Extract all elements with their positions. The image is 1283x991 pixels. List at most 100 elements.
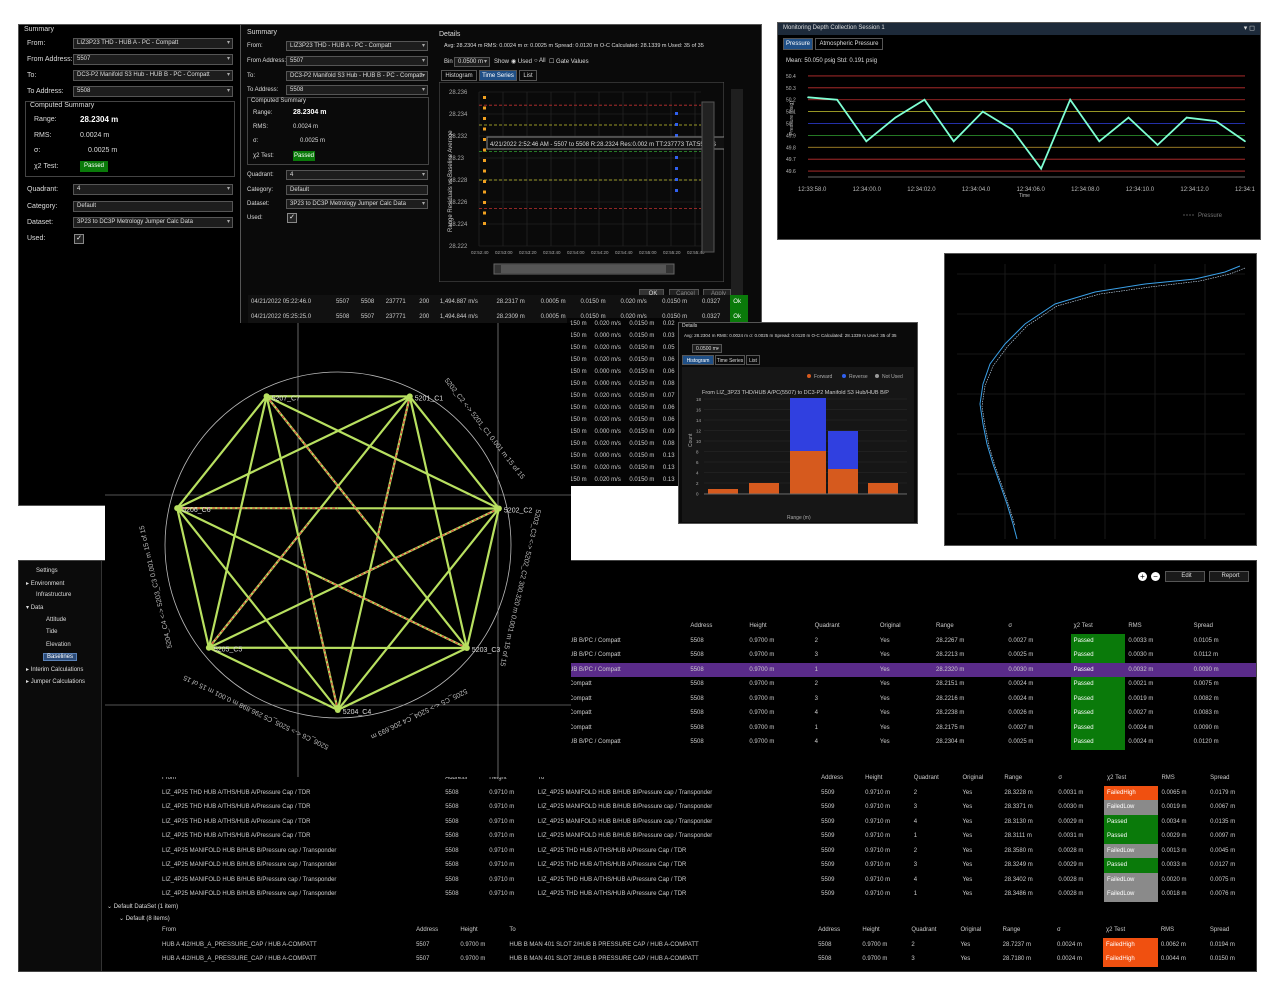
remove-icon[interactable]: − — [1151, 572, 1160, 581]
category-field[interactable]: Default — [73, 201, 233, 212]
table-row[interactable]: LIZ_4P25 THD HUB A/THS/HUB A/Pressure Ca… — [159, 829, 1256, 844]
add-icon[interactable]: + — [1138, 572, 1147, 581]
tree-item-baselines[interactable]: Baselines — [43, 653, 78, 661]
from-address-select[interactable]: 5507 — [73, 54, 233, 65]
column-header[interactable]: To — [506, 923, 815, 938]
hist-tab-list[interactable]: List — [746, 355, 760, 365]
column-header[interactable]: Spread — [1207, 771, 1256, 786]
table-row[interactable]: 150 m 0.000 m/s 0.0150 m 0.09 — [567, 426, 679, 438]
table-row[interactable]: HUB A 4I2/HUB_A_PRESSURE_CAP / HUB A-COM… — [159, 937, 1256, 952]
bin-select[interactable]: 0.0500 m — [454, 57, 490, 67]
table-row[interactable]: 150 m 0.020 m/s 0.0150 m 0.13 — [567, 474, 679, 486]
column-header[interactable]: Address — [687, 619, 746, 634]
column-header[interactable]: Range — [1000, 923, 1054, 938]
inner-category-field[interactable]: Default — [286, 185, 428, 195]
table-row[interactable]: UB B/PC / Compatt 5508 0.9700 m 3 Yes 28.2213… — [566, 648, 1256, 663]
tree-item-data[interactable]: ▾ Data — [26, 604, 43, 611]
inner-used-checkbox[interactable]: ✓ — [287, 213, 297, 223]
column-header[interactable]: Original — [877, 619, 933, 634]
column-header[interactable]: Spread — [1191, 619, 1256, 634]
column-header[interactable]: To — [535, 771, 818, 786]
table-row[interactable]: UB B/PC / Compatt 5508 0.9700 m 2 Yes 28.2267… — [566, 633, 1256, 648]
table-row[interactable]: 150 m 0.020 m/s 0.0150 m 0.02 — [567, 318, 679, 330]
table-row[interactable]: UB B/PC / Compatt 5508 0.9700 m 1 Yes 28.2320… — [566, 662, 1256, 677]
column-header[interactable]: Range — [933, 619, 1005, 634]
tree-item-interim[interactable]: ▸ Interim Calculations — [26, 666, 83, 673]
table-row[interactable]: Compatt 5508 0.9700 m 1 Yes 28.2175 m 0.0027 m… — [566, 720, 1256, 735]
tab-time-series[interactable]: Time Series — [479, 70, 517, 81]
ts-vscroll[interactable] — [701, 101, 715, 253]
column-header[interactable]: Height — [746, 619, 811, 634]
column-header[interactable]: Height — [859, 923, 908, 938]
table-row[interactable]: LIZ_4P25 MANIFOLD HUB B/HUB B/Pressure c… — [159, 858, 1256, 873]
table-row[interactable]: LIZ_4P25 MANIFOLD HUB B/HUB B/Pressure c… — [159, 872, 1256, 887]
column-header[interactable]: Original — [957, 923, 999, 938]
table-row[interactable]: HUB A 4I2/HUB_A_PRESSURE_CAP / HUB A-COM… — [159, 952, 1256, 967]
table-row[interactable]: 04/21/2022 05:22:46.0 5507 5508 237771 200 1,… — [248, 295, 748, 310]
dataset-group-header[interactable]: ⌄ Default DataSet (1 item) — [107, 903, 178, 910]
dataset-select[interactable]: 3P23 to DC3P Metrology Jumper Calc Data — [73, 217, 233, 228]
used-checkbox[interactable]: ✓ — [74, 234, 84, 244]
tree-item-elevation[interactable]: Elevation — [46, 642, 71, 648]
column-header[interactable]: Quadrant — [812, 619, 877, 634]
column-header[interactable]: Quadrant — [908, 923, 957, 938]
tree-item-settings[interactable]: Settings — [36, 568, 58, 574]
tree-item-tide[interactable]: Tide — [46, 629, 57, 635]
table-row[interactable]: UB B/PC / Compatt 5508 0.9700 m 4 Yes 28.2304… — [566, 735, 1256, 750]
table-row[interactable]: 150 m 0.020 m/s 0.0150 m 0.08 — [567, 438, 679, 450]
tree-item-jumper[interactable]: ▸ Jumper Calculations — [26, 678, 85, 685]
table-row[interactable]: 150 m 0.020 m/s 0.0150 m 0.06 — [567, 402, 679, 414]
table-row[interactable]: LIZ_4P25 THD HUB A/THS/HUB A/Pressure Ca… — [159, 814, 1256, 829]
table-row[interactable]: 150 m 0.020 m/s 0.0150 m 0.06 — [567, 414, 679, 426]
column-header[interactable]: Range — [1001, 771, 1055, 786]
table-row[interactable]: 150 m 0.000 m/s 0.0150 m 0.13 — [567, 450, 679, 462]
column-header[interactable]: Height — [862, 771, 911, 786]
column-header[interactable]: Address — [815, 923, 859, 938]
default-group-header[interactable]: ⌄ Default (8 items) — [119, 915, 170, 922]
all-radio[interactable]: ○ All — [534, 58, 546, 64]
hist-tab-time-series[interactable]: Time Series — [715, 355, 745, 365]
table-row[interactable]: Compatt 5508 0.9700 m 2 Yes 28.2151 m 0.0024 m… — [566, 677, 1256, 692]
inner-quadrant-select[interactable]: 4 — [286, 170, 428, 180]
tree-item-attitude[interactable]: Attitude — [46, 617, 66, 623]
column-header[interactable]: Quadrant — [911, 771, 960, 786]
from-select[interactable]: LIZ3P23 THD - HUB A - PC - Compatt — [73, 38, 233, 49]
column-header[interactable]: Address — [413, 923, 457, 938]
column-header[interactable]: Address — [818, 771, 862, 786]
tab-atmospheric-pressure[interactable]: Atmospheric Pressure — [815, 38, 883, 50]
table-row[interactable]: Compatt 5508 0.9700 m 3 Yes 28.2216 m 0.0024 m… — [566, 691, 1256, 706]
column-header[interactable]: χ2 Test — [1103, 923, 1158, 938]
column-header[interactable]: σ — [1005, 619, 1070, 634]
inner-to-select[interactable]: DC3-P2 Manifold S3 Hub - HUB B - PC - Co… — [286, 71, 428, 81]
tab-pressure[interactable]: Pressure — [783, 38, 813, 50]
table-row[interactable]: LIZ_4P25 MANIFOLD HUB B/HUB B/Pressure c… — [159, 887, 1256, 902]
table-row[interactable]: LIZ_4P25 THD HUB A/THS/HUB A/Pressure Ca… — [159, 785, 1256, 800]
table-row[interactable]: 150 m 0.000 m/s 0.0150 m 0.08 — [567, 378, 679, 390]
column-header[interactable]: RMS — [1158, 923, 1207, 938]
column-header[interactable]: σ — [1055, 771, 1104, 786]
table-row[interactable]: 150 m 0.020 m/s 0.0150 m 0.07 — [567, 390, 679, 402]
column-header[interactable]: σ — [1054, 923, 1103, 938]
table-row[interactable]: Compatt 5508 0.9700 m 4 Yes 28.2238 m 0.0026 m… — [566, 706, 1256, 721]
used-radio[interactable]: ◉ Used — [511, 58, 532, 65]
table-row[interactable]: LIZ_4P25 THD HUB A/THS/HUB A/Pressure Ca… — [159, 800, 1256, 815]
table-row[interactable]: 150 m 0.020 m/s 0.0150 m 0.05 — [567, 342, 679, 354]
tree-item-environment[interactable]: ▸ Environment — [26, 580, 64, 587]
column-header[interactable]: RMS — [1125, 619, 1190, 634]
gate-checkbox[interactable]: ☐ Gate Values — [549, 58, 589, 65]
edit-button[interactable]: Edit — [1165, 571, 1205, 582]
column-header[interactable]: χ2 Test — [1104, 771, 1158, 786]
inner-from-address-select[interactable]: 5507 — [286, 56, 428, 66]
tab-histogram[interactable]: Histogram — [441, 70, 477, 81]
hist-tab-histogram[interactable]: Histogram — [682, 355, 714, 365]
column-header[interactable]: Original — [959, 771, 1001, 786]
to-address-select[interactable]: 5508 — [73, 86, 233, 97]
column-header[interactable]: From — [159, 923, 413, 938]
column-header[interactable]: Height — [457, 923, 506, 938]
tab-list[interactable]: List — [519, 70, 537, 81]
report-button[interactable]: Report — [1209, 571, 1249, 582]
table-row[interactable]: 150 m 0.020 m/s 0.0150 m 0.06 — [567, 354, 679, 366]
column-header[interactable]: RMS — [1158, 771, 1207, 786]
column-header[interactable]: Spread — [1207, 923, 1256, 938]
hist-bin-select[interactable]: 0.0500 m — [692, 344, 722, 353]
